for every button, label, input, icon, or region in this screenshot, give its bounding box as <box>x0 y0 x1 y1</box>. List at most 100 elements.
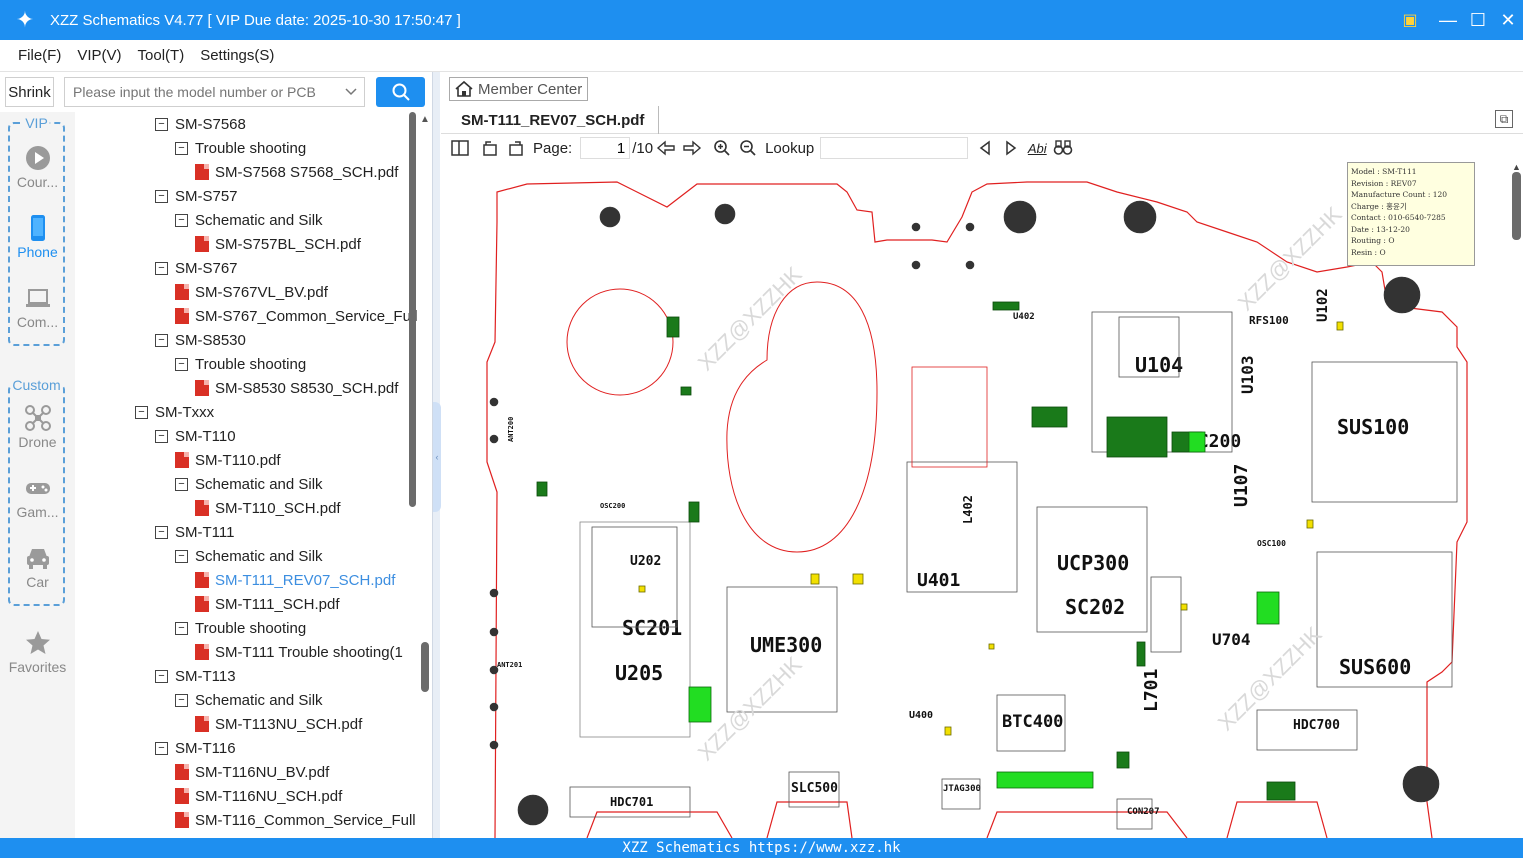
close-button[interactable]: ✕ <box>1493 10 1523 31</box>
collapse-toggle-icon[interactable]: − <box>155 525 168 539</box>
search-button[interactable] <box>376 77 425 107</box>
next-page-icon[interactable] <box>679 136 705 160</box>
component-label[interactable]: U102 <box>1315 288 1331 322</box>
component-label[interactable]: U704 <box>1212 630 1251 649</box>
component-label[interactable]: U202 <box>630 554 661 569</box>
collapse-toggle-icon[interactable]: − <box>155 189 168 203</box>
schematic-viewer[interactable]: U104U103U102RFS100SUS100U106SC200U107OSC… <box>467 162 1509 838</box>
component-label[interactable]: CON207 <box>1127 807 1160 817</box>
match-case-icon[interactable]: Abi <box>1024 136 1050 160</box>
tree-folder-item[interactable]: − SM-T111 <box>155 520 234 544</box>
tree-scroll-thumb[interactable] <box>409 112 416 507</box>
tree-folder-item[interactable]: − SM-Txxx <box>135 400 214 424</box>
category-phone[interactable]: Phone <box>0 214 75 260</box>
category-courses[interactable]: Cour... <box>0 144 75 190</box>
component-label[interactable]: SC202 <box>1065 595 1125 619</box>
component-label[interactable]: L402 <box>961 495 975 524</box>
chevron-down-icon[interactable] <box>344 84 364 100</box>
collapse-toggle-icon[interactable]: − <box>155 429 168 443</box>
tree-file-item[interactable]: SM-S757BL_SCH.pdf <box>195 232 361 256</box>
component-label[interactable]: U402 <box>1013 312 1035 322</box>
tree-file-item[interactable]: SM-T111 Trouble shooting(1 <box>195 640 403 664</box>
rotate-left-icon[interactable] <box>477 136 503 160</box>
component-label[interactable]: SUS100 <box>1337 415 1409 439</box>
component-label[interactable]: OSC100 <box>1257 539 1286 548</box>
tree-folder-item[interactable]: − SM-T113 <box>155 664 236 688</box>
component-label[interactable]: U107 <box>1231 464 1252 507</box>
tree-folder-item[interactable]: − Schematic and Silk <box>175 688 323 712</box>
zoom-out-icon[interactable] <box>735 136 761 160</box>
component-label[interactable]: U400 <box>909 710 933 721</box>
find-all-icon[interactable] <box>1050 136 1076 160</box>
tree-file-item[interactable]: SM-S7568 S7568_SCH.pdf <box>195 160 398 184</box>
collapse-toggle-icon[interactable]: − <box>155 261 168 275</box>
menu-settings[interactable]: Settings(S) <box>200 47 274 64</box>
tree-folder-item[interactable]: − SM-S8530 <box>155 328 246 352</box>
search-input[interactable] <box>73 84 344 100</box>
tree-folder-item[interactable]: − SM-S7568 <box>155 112 246 136</box>
component-label[interactable]: SC201 <box>622 616 682 640</box>
collapse-toggle-icon[interactable]: − <box>175 621 188 635</box>
vip-badge-icon[interactable]: ▣ <box>1395 10 1425 30</box>
maximize-button[interactable]: ☐ <box>1463 10 1493 31</box>
component-label[interactable]: U205 <box>615 661 663 685</box>
collapse-toggle-icon[interactable]: − <box>175 141 188 155</box>
component-label[interactable]: HDC701 <box>610 795 653 809</box>
tree-file-item[interactable]: SM-T110_SCH.pdf <box>195 496 341 520</box>
collapse-toggle-icon[interactable]: − <box>175 213 188 227</box>
tree-folder-item[interactable]: − Schematic and Silk <box>175 208 323 232</box>
component-label[interactable]: HDC700 <box>1293 718 1340 733</box>
tree-file-item[interactable]: SM-T111_REV07_SCH.pdf <box>195 568 395 592</box>
component-label[interactable]: L701 <box>1141 669 1162 712</box>
collapse-toggle-icon[interactable]: − <box>135 405 148 419</box>
component-label[interactable]: U103 <box>1238 355 1257 394</box>
category-computer[interactable]: Com... <box>0 284 75 330</box>
category-car[interactable]: Car <box>0 544 75 590</box>
close-tab-icon[interactable]: ⧉ <box>1495 110 1513 128</box>
rotate-right-icon[interactable] <box>503 136 529 160</box>
component-label[interactable]: U401 <box>917 570 960 591</box>
tree-scroll-thumb-outer[interactable] <box>421 642 429 692</box>
tree-folder-item[interactable]: − SM-S767 <box>155 256 238 280</box>
tree-folder-item[interactable]: − SM-T116 <box>155 736 236 760</box>
collapse-toggle-icon[interactable]: − <box>175 549 188 563</box>
menu-file[interactable]: File(F) <box>18 47 61 64</box>
pane-splitter[interactable]: ‹ <box>432 72 441 838</box>
category-favorites[interactable]: Favorites <box>0 629 75 675</box>
viewer-scroll-thumb[interactable] <box>1512 172 1521 240</box>
collapse-toggle-icon[interactable]: − <box>155 741 168 755</box>
collapse-toggle-icon[interactable]: − <box>155 669 168 683</box>
collapse-toggle-icon[interactable]: − <box>175 477 188 491</box>
tree-folder-item[interactable]: − SM-S757 <box>155 184 238 208</box>
tree-file-item[interactable]: SM-T110.pdf <box>175 448 281 472</box>
category-drone[interactable]: Drone <box>0 404 75 450</box>
component-label[interactable]: RFS100 <box>1249 314 1289 327</box>
component-label[interactable]: SLC500 <box>791 781 838 796</box>
find-prev-icon[interactable] <box>972 136 998 160</box>
page-number-input[interactable] <box>580 137 631 159</box>
tree-file-item[interactable]: SM-T116_Common_Service_Full <box>175 808 416 832</box>
tree-file-item[interactable]: SM-S767_Common_Service_Full <box>175 304 418 328</box>
tree-folder-item[interactable]: − Schematic and Silk <box>175 472 323 496</box>
menu-tool[interactable]: Tool(T) <box>138 47 185 64</box>
tree-file-item[interactable]: SM-S8530 S8530_SCH.pdf <box>195 376 398 400</box>
zoom-in-icon[interactable] <box>709 136 735 160</box>
category-game[interactable]: Gam... <box>0 474 75 520</box>
tree-folder-item[interactable]: − Trouble shooting <box>175 136 306 160</box>
shrink-button[interactable]: Shrink <box>5 77 54 107</box>
collapse-toggle-icon[interactable]: − <box>175 693 188 707</box>
component-label[interactable]: ANT201 <box>497 661 522 669</box>
component-label[interactable]: OSC200 <box>600 502 625 510</box>
collapse-toggle-icon[interactable]: − <box>155 117 168 131</box>
component-label[interactable]: ANT200 <box>507 417 515 442</box>
tree-file-item[interactable]: SM-S767VL_BV.pdf <box>175 280 328 304</box>
collapse-toggle-icon[interactable]: − <box>175 357 188 371</box>
menu-vip[interactable]: VIP(V) <box>77 47 121 64</box>
tree-scrollbar[interactable] <box>408 112 418 838</box>
prev-page-icon[interactable] <box>653 136 679 160</box>
tree-folder-item[interactable]: − Schematic and Silk <box>175 544 323 568</box>
member-center-button[interactable]: Member Center <box>449 77 588 101</box>
tree-folder-item[interactable]: − Trouble shooting <box>175 352 306 376</box>
tree-scrollbar-outer[interactable]: ▲ <box>420 112 430 838</box>
sidebar-toggle-icon[interactable] <box>447 136 473 160</box>
